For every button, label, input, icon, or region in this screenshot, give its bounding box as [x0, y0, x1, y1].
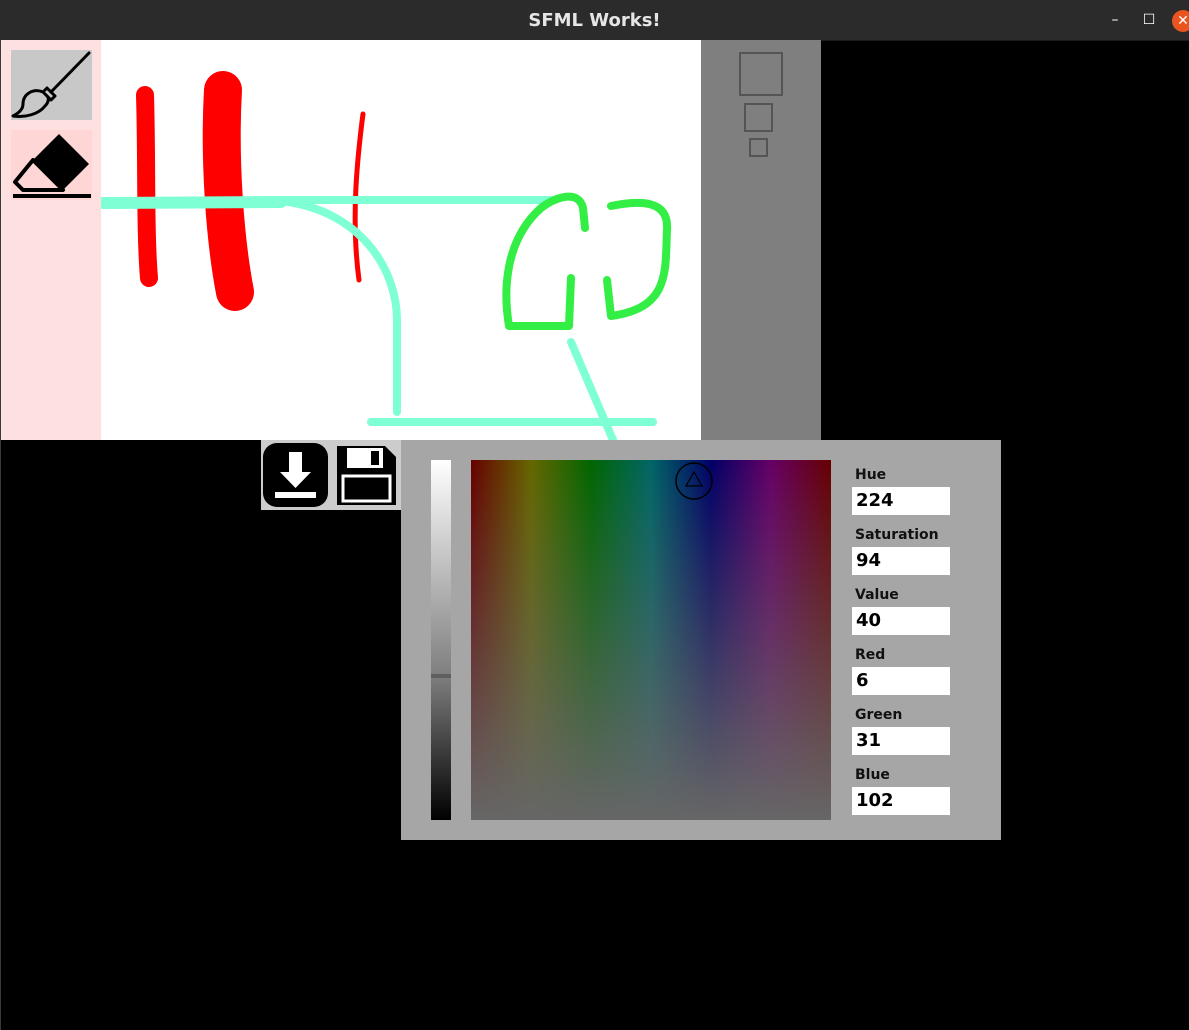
drawing-canvas[interactable]	[101, 40, 701, 440]
value-input[interactable]: 40	[851, 606, 951, 636]
floppy-disk-icon	[337, 446, 396, 505]
window-title: SFML Works!	[528, 10, 661, 31]
blue-input[interactable]: 102	[851, 786, 951, 816]
saturation-gradient	[471, 460, 831, 820]
hue-input[interactable]: 224	[851, 486, 951, 516]
close-button[interactable]: ✕	[1172, 10, 1189, 32]
green-input[interactable]: 31	[851, 726, 951, 756]
brush-size-large-button[interactable]	[739, 52, 783, 96]
red-input[interactable]: 6	[851, 666, 951, 696]
brush-size-medium-button[interactable]	[744, 103, 773, 132]
brush-tool-button[interactable]	[11, 50, 92, 120]
canvas-strokes	[101, 71, 672, 440]
value-slider-handle[interactable]	[431, 674, 451, 678]
eraser-tool-button[interactable]	[11, 130, 92, 200]
blue-label: Blue	[855, 767, 890, 783]
saturation-input[interactable]: 94	[851, 546, 951, 576]
minimize-button[interactable]: –	[1105, 10, 1125, 30]
brush-size-small-button[interactable]	[749, 138, 768, 157]
save-button[interactable]	[333, 442, 400, 508]
tool-sidebar	[1, 40, 101, 440]
value-slider[interactable]	[431, 460, 451, 820]
value-label: Value	[855, 587, 899, 603]
picker-cursor-icon[interactable]	[674, 461, 714, 501]
color-picker-panel: Hue 224 Saturation 94 Value 40 Red 6 Gre…	[401, 440, 1001, 840]
brush-size-panel	[701, 40, 821, 440]
saturation-label: Saturation	[855, 527, 939, 543]
title-bar: SFML Works! – ☐ ✕	[0, 0, 1189, 41]
hue-label: Hue	[855, 467, 887, 483]
red-label: Red	[855, 647, 886, 663]
maximize-button[interactable]: ☐	[1139, 10, 1159, 30]
hue-saturation-field[interactable]	[471, 460, 831, 820]
load-button[interactable]	[262, 442, 329, 508]
green-label: Green	[855, 707, 903, 723]
paintbrush-icon	[11, 50, 92, 120]
eraser-icon	[11, 130, 92, 200]
download-icon	[263, 443, 328, 507]
file-toolbar	[261, 440, 401, 510]
